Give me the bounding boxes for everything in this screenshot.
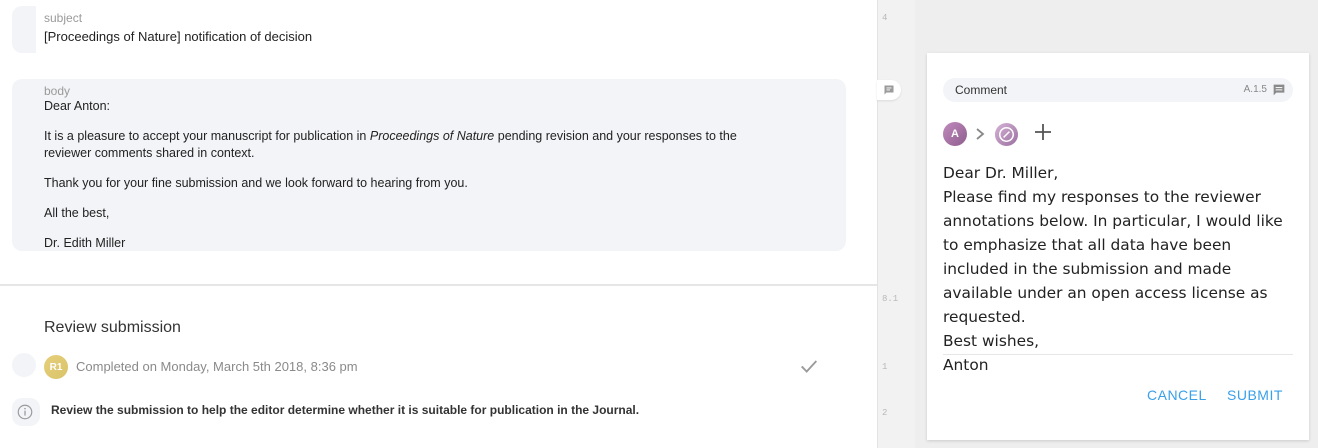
review-row-handle (12, 353, 36, 377)
body-para1-pre: It is a pleasure to accept your manuscri… (44, 129, 370, 143)
gutter-number: 2 (882, 408, 888, 418)
comment-panel: Comment A.1.5 A Dear Dr. Miller, Please … (927, 53, 1309, 440)
section-divider (0, 284, 877, 286)
review-section-title: Review submission (44, 319, 181, 336)
add-participant-icon[interactable] (1032, 121, 1054, 143)
badge-icon[interactable] (994, 122, 1019, 147)
comment-icon (1273, 84, 1285, 96)
manuscript-pane: subject [Proceedings of Nature] notifica… (0, 0, 877, 448)
submit-button[interactable]: SUBMIT (1227, 387, 1283, 403)
review-instruction: Review the submission to help the editor… (51, 403, 640, 417)
reviewer-avatar: R1 (44, 355, 68, 379)
panel-divider (943, 354, 1293, 355)
body-closing: All the best, (44, 206, 110, 220)
body-para1-post: pending revision and your responses to t… (494, 129, 737, 143)
gutter-number: 8.1 (882, 294, 899, 304)
comment-textarea[interactable]: Dear Dr. Miller, Please find my response… (943, 161, 1293, 377)
journal-name: Proceedings of Nature (369, 129, 495, 143)
subject-field-handle (12, 6, 36, 53)
body-signature: Dr. Edith Miller (44, 236, 126, 250)
author-avatar[interactable]: A (943, 122, 967, 146)
chevron-right-icon (976, 128, 985, 140)
comment-header: Comment A.1.5 (943, 78, 1293, 102)
comment-header-label: Comment (955, 83, 1008, 97)
body-paragraph-1-line-2: reviewer comments shared in context. (44, 146, 255, 160)
subject-label: subject (44, 11, 83, 25)
body-paragraph-1: It is a pleasure to accept your manuscri… (44, 128, 824, 145)
subject-value[interactable]: [Proceedings of Nature] notification of … (44, 28, 312, 45)
body-greeting: Dear Anton: (44, 99, 111, 113)
body-label: body (44, 84, 71, 98)
comment-icon (884, 85, 894, 95)
gutter-number: 4 (882, 13, 888, 23)
annotation-gutter: 4 8.1 1 2 (877, 0, 915, 448)
cancel-button[interactable]: CANCEL (1147, 387, 1207, 403)
comment-reference: A.1.5 (1243, 84, 1267, 95)
body-paragraph-2: Thank you for your fine submission and w… (44, 176, 468, 190)
completed-status: Completed on Monday, March 5th 2018, 8:3… (76, 359, 358, 374)
info-icon[interactable] (16, 403, 34, 421)
gutter-number: 1 (882, 362, 888, 372)
comment-marker[interactable] (877, 80, 901, 100)
checkmark-icon (801, 360, 818, 373)
